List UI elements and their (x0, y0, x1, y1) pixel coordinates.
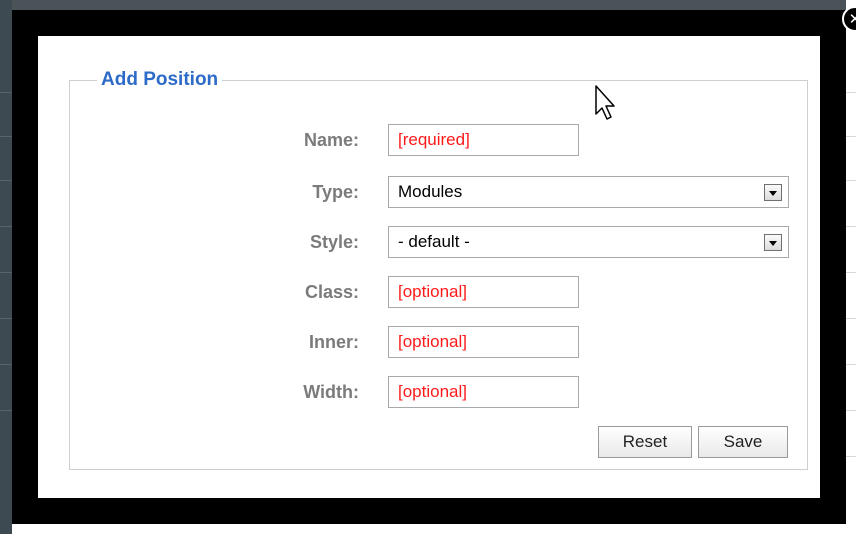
name-label: Name: (303, 130, 359, 150)
modal-body: Add Position Name: [required] Type: Modu… (38, 36, 820, 498)
inner-label: Inner: (308, 332, 359, 352)
form-row-type: Type: Modules (38, 176, 820, 208)
style-label: Style: (309, 232, 359, 252)
form-row-class: Class: [optional] (38, 276, 820, 308)
close-icon[interactable]: ✕ (842, 6, 856, 32)
save-button[interactable]: Save (698, 426, 788, 458)
backdrop-left-strip (0, 0, 12, 534)
style-select[interactable]: - default - (388, 226, 789, 258)
form-row-name: Name: [required] (38, 124, 820, 156)
fieldset-legend: Add Position (97, 68, 223, 92)
class-label: Class: (304, 282, 359, 302)
form-row-width: Width: [optional] (38, 376, 820, 408)
chevron-down-icon[interactable] (764, 184, 782, 201)
form-row-inner: Inner: [optional] (38, 326, 820, 358)
backdrop-right-strip (846, 0, 856, 534)
backdrop-top-bar (0, 0, 856, 10)
chevron-down-icon[interactable] (764, 234, 782, 251)
style-select-value: - default - (398, 232, 470, 251)
type-select[interactable]: Modules (388, 176, 789, 208)
type-label: Type: (312, 182, 359, 202)
inner-input[interactable]: [optional] (388, 326, 579, 358)
width-input[interactable]: [optional] (388, 376, 579, 408)
mouse-pointer-icon (595, 85, 615, 120)
add-position-modal: Add Position Name: [required] Type: Modu… (12, 6, 856, 524)
class-input[interactable]: [optional] (388, 276, 579, 308)
form-row-style: Style: - default - (38, 226, 820, 258)
width-label: Width: (303, 382, 359, 402)
reset-button[interactable]: Reset (598, 426, 692, 458)
type-select-value: Modules (398, 182, 463, 201)
name-input[interactable]: [required] (388, 124, 579, 156)
